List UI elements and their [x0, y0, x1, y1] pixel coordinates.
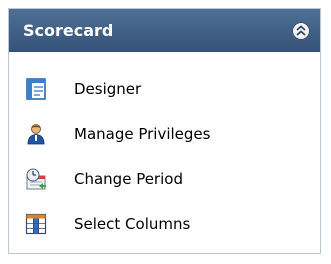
menu-item-manage-privileges[interactable]: Manage Privileges: [9, 111, 320, 156]
menu-item-label: Select Columns: [74, 214, 191, 233]
panel-header[interactable]: Scorecard: [9, 9, 320, 52]
user-icon: [25, 123, 47, 145]
scorecard-panel: Scorecard Designer Manage Privileges Cha…: [8, 8, 321, 254]
chevron-double-up-icon: [296, 24, 306, 36]
change-period-icon: [25, 168, 47, 190]
menu-item-label: Manage Privileges: [74, 124, 211, 143]
scorecard-menu: Designer Manage Privileges Change Period…: [9, 52, 320, 246]
menu-item-change-period[interactable]: Change Period: [9, 156, 320, 201]
designer-icon: [25, 77, 47, 100]
menu-item-label: Designer: [74, 79, 142, 98]
collapse-button[interactable]: [292, 21, 310, 40]
menu-item-label: Change Period: [74, 169, 183, 188]
menu-item-select-columns[interactable]: Select Columns: [9, 201, 320, 246]
panel-title: Scorecard: [23, 21, 114, 40]
menu-item-designer[interactable]: Designer: [9, 66, 320, 111]
select-columns-icon: [25, 213, 47, 235]
